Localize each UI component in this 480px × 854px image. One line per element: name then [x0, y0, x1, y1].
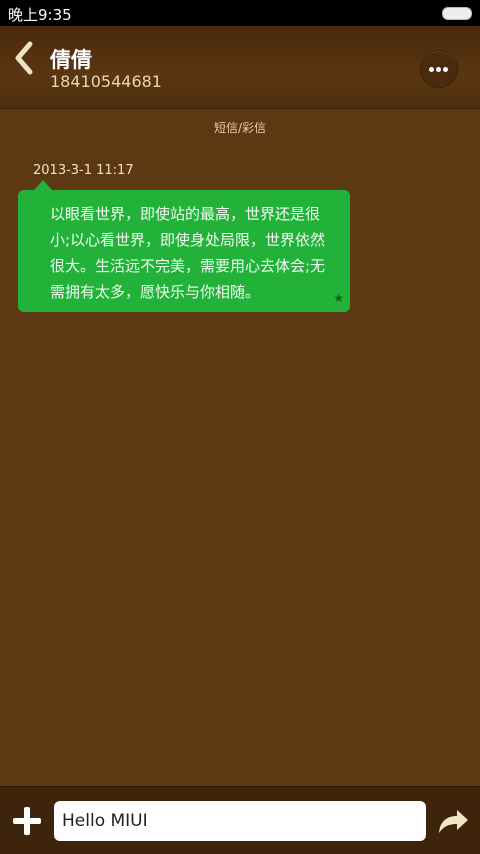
- message-type-label: 短信/彩信: [213, 121, 267, 135]
- message-timestamp: 2013-3-1 11:17: [33, 163, 134, 178]
- message-input[interactable]: [54, 801, 426, 841]
- star-icon: ★: [333, 291, 344, 305]
- more-button[interactable]: [420, 50, 458, 88]
- contact-number: 18410544681: [50, 72, 162, 91]
- more-icon: [429, 67, 434, 72]
- send-icon[interactable]: [437, 807, 469, 835]
- message-bubble[interactable]: 以眼看世界，即使站的最高，世界还是很小;以心看世界，即使身处局限，世界依然很大。…: [18, 190, 350, 312]
- message-text: 以眼看世界，即使站的最高，世界还是很小;以心看世界，即使身处局限，世界依然很大。…: [50, 205, 326, 301]
- contact-name: 倩倩: [50, 48, 92, 72]
- back-icon[interactable]: [12, 40, 38, 76]
- add-icon[interactable]: [13, 807, 41, 835]
- status-time: 晚上9:35: [8, 6, 72, 24]
- composer-bar: [0, 786, 480, 854]
- bubble-tail: [34, 180, 52, 190]
- battery-icon: [442, 7, 472, 20]
- conversation-header: 倩倩 18410544681: [0, 26, 480, 109]
- status-bar: 晚上9:35: [0, 0, 480, 26]
